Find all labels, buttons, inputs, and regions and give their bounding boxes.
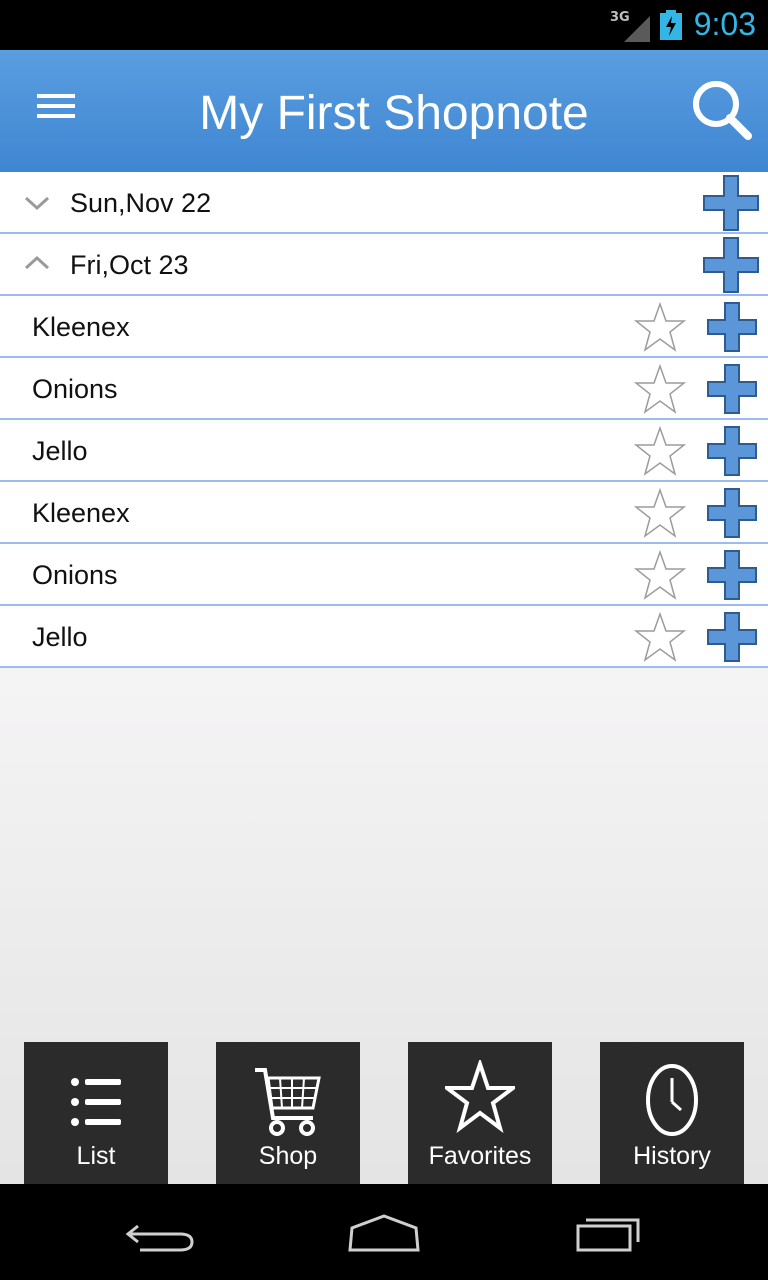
battery-charging-icon: [660, 10, 682, 40]
item-label: Kleenex: [32, 312, 130, 342]
add-plus-icon[interactable]: [706, 425, 758, 477]
hamburger-menu-icon[interactable]: [30, 80, 82, 132]
favorite-star-icon[interactable]: [634, 302, 686, 352]
status-bar: 3G 9:03: [0, 0, 768, 50]
tab-label: Shop: [258, 1142, 318, 1170]
app-bar: My First Shopnote: [0, 50, 768, 172]
recents-icon[interactable]: [572, 1204, 652, 1260]
item-label: Jello: [32, 436, 88, 466]
home-icon[interactable]: [344, 1204, 424, 1260]
favorite-star-icon[interactable]: [634, 550, 686, 600]
item-label: Onions: [32, 374, 118, 404]
date-group-label: Fri,Oct 23: [70, 250, 189, 280]
add-plus-icon[interactable]: [706, 549, 758, 601]
tab-list[interactable]: List: [24, 1042, 168, 1184]
star-icon: [445, 1060, 515, 1134]
content-area: Sun,Nov 22 Fri,Oct 23 Kleenex Onions Jel…: [0, 172, 768, 1184]
search-icon[interactable]: [688, 76, 754, 142]
clock: 9:03: [693, 6, 756, 42]
date-group-row[interactable]: Sun,Nov 22: [0, 172, 768, 234]
tab-favorites[interactable]: Favorites: [408, 1042, 552, 1184]
cart-icon: [255, 1068, 321, 1136]
list-item[interactable]: Kleenex: [0, 296, 768, 358]
item-label: Jello: [32, 622, 88, 652]
date-group-row[interactable]: Fri,Oct 23: [0, 234, 768, 296]
favorite-star-icon[interactable]: [634, 612, 686, 662]
tab-shop[interactable]: Shop: [216, 1042, 360, 1184]
list-icon: [71, 1078, 121, 1126]
favorite-star-icon[interactable]: [634, 364, 686, 414]
favorite-star-icon[interactable]: [634, 426, 686, 476]
system-navigation-bar: [0, 1184, 768, 1280]
network-indicator: 3G: [610, 10, 650, 42]
chevron-up-icon[interactable]: [24, 254, 50, 274]
item-label: Onions: [32, 560, 118, 590]
chevron-down-icon[interactable]: [24, 192, 50, 212]
favorite-star-icon[interactable]: [634, 488, 686, 538]
signal-icon: [624, 16, 650, 42]
tab-history[interactable]: History: [600, 1042, 744, 1184]
add-plus-icon[interactable]: [706, 487, 758, 539]
shopping-list: Sun,Nov 22 Fri,Oct 23 Kleenex Onions Jel…: [0, 172, 768, 668]
back-icon[interactable]: [120, 1204, 200, 1260]
add-item-plus-icon[interactable]: [702, 174, 760, 232]
tab-label: History: [633, 1142, 711, 1170]
page-title: My First Shopnote: [199, 87, 589, 140]
list-item[interactable]: Jello: [0, 420, 768, 482]
list-item[interactable]: Jello: [0, 606, 768, 668]
bottom-tab-bar: List Shop Favorites History: [0, 1042, 768, 1184]
tab-label: List: [76, 1142, 116, 1170]
add-plus-icon[interactable]: [706, 611, 758, 663]
tab-label: Favorites: [428, 1142, 532, 1170]
list-item[interactable]: Kleenex: [0, 482, 768, 544]
list-item[interactable]: Onions: [0, 358, 768, 420]
add-plus-icon[interactable]: [706, 301, 758, 353]
add-item-plus-icon[interactable]: [702, 236, 760, 294]
item-label: Kleenex: [32, 498, 130, 528]
clock-icon: [646, 1064, 698, 1136]
date-group-label: Sun,Nov 22: [70, 188, 212, 218]
add-plus-icon[interactable]: [706, 363, 758, 415]
list-item[interactable]: Onions: [0, 544, 768, 606]
